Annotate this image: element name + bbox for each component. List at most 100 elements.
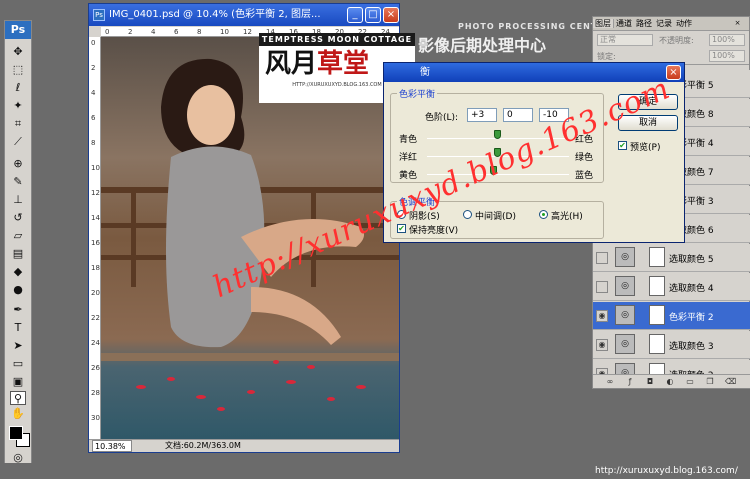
- ruler-left-tick: 2: [91, 64, 96, 72]
- minimize-button[interactable]: _: [347, 7, 363, 23]
- move-tool-icon[interactable]: ✥: [10, 45, 26, 59]
- ruler-left-tick: 22: [91, 314, 100, 322]
- levels-magenta-green-input[interactable]: 0: [503, 108, 533, 122]
- toolbox: Ps ✥ ⬚ ℓ ✦ ⌗ ⟋ ⊕ ✎ ⊥ ↺ ▱ ▤ ◆ ● ✒ T ➤ ▭ ▣…: [4, 20, 32, 465]
- add-mask-icon[interactable]: ◘: [645, 377, 655, 387]
- layer-row[interactable]: ◎ 选取颜色 4: [593, 273, 750, 301]
- layer-row[interactable]: ◉ ◎ 选取颜色 3: [593, 331, 750, 359]
- slice-tool-icon[interactable]: ⟋: [10, 135, 26, 149]
- ruler-top-tick: 10: [220, 28, 229, 36]
- link-layers-icon[interactable]: ∞: [605, 377, 615, 387]
- foreground-color-swatch[interactable]: [9, 426, 23, 440]
- dodge-tool-icon[interactable]: ●: [10, 283, 26, 297]
- ruler-top-tick: 6: [174, 28, 179, 36]
- brush-tool-icon[interactable]: ✎: [10, 175, 26, 189]
- preview-label[interactable]: 预览(P): [630, 140, 660, 153]
- layers-tab[interactable]: 图层: [593, 19, 614, 28]
- dialog-close-button[interactable]: ×: [666, 65, 681, 80]
- layer-row[interactable]: ◉ ◎ 色彩平衡 2: [593, 302, 750, 330]
- notes-tool-icon[interactable]: ▣: [10, 375, 26, 389]
- new-layer-icon[interactable]: ❐: [705, 377, 715, 387]
- lock-label: 锁定:: [597, 52, 616, 61]
- panel-close-icon[interactable]: ×: [733, 19, 742, 28]
- dialog-titlebar[interactable]: 衡 ×: [384, 63, 684, 82]
- layers-tab[interactable]: 通道: [614, 19, 634, 28]
- layer-mask-thumbnail[interactable]: [649, 334, 665, 354]
- fill-input[interactable]: 100%: [709, 50, 745, 62]
- preserve-luminosity-label[interactable]: 保持亮度(V): [409, 223, 458, 236]
- lasso-tool-icon[interactable]: ℓ: [10, 81, 26, 95]
- slider-yellow-label: 黄色: [399, 171, 418, 181]
- blend-mode-select[interactable]: 正常: [597, 34, 653, 46]
- layer-row[interactable]: ◎ 选取颜色 5: [593, 244, 750, 272]
- highlights-label[interactable]: 高光(H): [551, 209, 583, 222]
- healing-brush-tool-icon[interactable]: ⊕: [10, 157, 26, 171]
- ruler-left-tick: 8: [91, 139, 96, 147]
- ruler-left-tick: 4: [91, 89, 96, 97]
- layer-mask-thumbnail[interactable]: [649, 305, 665, 325]
- levels-cyan-red-input[interactable]: +3: [467, 108, 497, 122]
- delete-layer-icon[interactable]: ⌫: [725, 377, 736, 387]
- ruler-left-tick: 6: [91, 114, 96, 122]
- midtones-label[interactable]: 中间调(D): [475, 209, 516, 222]
- shape-tool-icon[interactable]: ▭: [10, 357, 26, 371]
- path-selection-tool-icon[interactable]: ➤: [10, 339, 26, 353]
- close-button[interactable]: ×: [383, 7, 399, 23]
- crop-tool-icon[interactable]: ⌗: [10, 117, 26, 131]
- document-titlebar[interactable]: Ps IMG_0401.psd @ 10.4% (色彩平衡 2, 图层... _…: [89, 4, 399, 26]
- color-balance-legend: 色彩平衡: [397, 87, 438, 100]
- hand-tool-icon[interactable]: ✋: [10, 407, 26, 421]
- eyedropper-tool-icon[interactable]: ⚲: [10, 391, 26, 405]
- photoshop-logo: Ps: [5, 21, 31, 39]
- type-tool-icon[interactable]: T: [10, 321, 26, 335]
- maximize-button[interactable]: □: [365, 7, 381, 23]
- visibility-eye-icon[interactable]: ◉: [596, 339, 608, 351]
- layers-tab[interactable]: 记录: [654, 19, 674, 28]
- layers-panel-tabs: 图层 通道 路径 记录 动作: [593, 17, 749, 31]
- opacity-label: 不透明度:: [659, 36, 694, 45]
- blur-tool-icon[interactable]: ◆: [10, 265, 26, 279]
- history-brush-tool-icon[interactable]: ↺: [10, 211, 26, 225]
- ruler-left-tick: 20: [91, 289, 100, 297]
- layer-style-icon[interactable]: ƒ: [625, 377, 635, 387]
- footer-url: http://xuruxuxyd.blog.163.com/: [595, 466, 738, 476]
- levels-label: 色阶(L):: [425, 113, 459, 123]
- new-group-icon[interactable]: ▭: [685, 377, 695, 387]
- opacity-input[interactable]: 100%: [709, 34, 745, 46]
- gradient-tool-icon[interactable]: ▤: [10, 247, 26, 261]
- zoom-field[interactable]: 10.38%: [92, 440, 132, 452]
- document-title: IMG_0401.psd @ 10.4% (色彩平衡 2, 图层...: [109, 9, 321, 20]
- logo-callig-red: 草堂: [317, 49, 370, 79]
- clone-stamp-tool-icon[interactable]: ⊥: [10, 193, 26, 207]
- ruler-left-tick: 18: [91, 264, 100, 272]
- layers-tab[interactable]: 动作: [674, 19, 694, 28]
- preview-checkbox[interactable]: ✔: [618, 141, 627, 150]
- logo-banner: TEMPTRESS MOON COTTAGE: [259, 33, 415, 46]
- ruler-left-tick: 24: [91, 339, 100, 347]
- eraser-tool-icon[interactable]: ▱: [10, 229, 26, 243]
- highlights-radio[interactable]: [539, 210, 548, 219]
- ruler-left-tick: 12: [91, 189, 100, 197]
- ruler-top-tick: 0: [105, 28, 110, 36]
- layers-tab[interactable]: 路径: [634, 19, 654, 28]
- midtones-radio[interactable]: [463, 210, 472, 219]
- ruler-top-tick: 8: [197, 28, 202, 36]
- ruler-top-tick: 12: [243, 28, 252, 36]
- magic-wand-tool-icon[interactable]: ✦: [10, 99, 26, 113]
- layer-name: 选取颜色 4: [669, 284, 714, 294]
- header-watermark-cn: 影像后期处理中心: [418, 36, 547, 55]
- visibility-eye-icon[interactable]: [596, 252, 608, 264]
- visibility-eye-icon[interactable]: ◉: [596, 310, 608, 322]
- adjustment-layer-icon[interactable]: ◐: [665, 377, 675, 387]
- document-size: 文档:60.2M/363.0M: [165, 441, 241, 450]
- layer-mask-thumbnail[interactable]: [649, 276, 665, 296]
- marquee-tool-icon[interactable]: ⬚: [10, 63, 26, 77]
- visibility-eye-icon[interactable]: [596, 281, 608, 293]
- layer-name: 选取颜色 3: [669, 342, 714, 352]
- adjustment-layer-thumbnail-icon: ◎: [615, 334, 635, 354]
- slider-magenta-label: 洋红: [399, 153, 418, 163]
- layer-name: 选取颜色 5: [669, 255, 714, 265]
- header-watermark-en: PHOTO PROCESSING CENTER: [458, 22, 611, 31]
- pen-tool-icon[interactable]: ✒: [10, 303, 26, 317]
- layer-mask-thumbnail[interactable]: [649, 247, 665, 267]
